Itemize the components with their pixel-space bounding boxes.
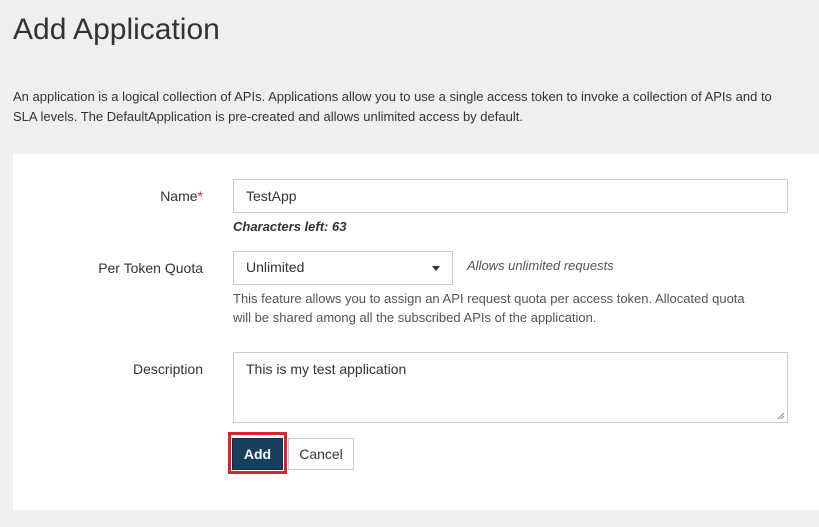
add-application-form: Name* Characters left: 63 Per Token Quot… [13,154,819,510]
quota-select[interactable]: Unlimited [233,251,453,285]
intro-line-2: SLA levels. The DefaultApplication is pr… [13,109,523,124]
name-label-text: Name [160,188,198,204]
description-textarea[interactable]: This is my test application [233,352,788,423]
characters-left: Characters left: 63 [233,219,347,234]
page-description: An application is a logical collection o… [13,87,819,127]
quota-label: Per Token Quota [98,260,203,276]
resize-handle-icon[interactable] [777,412,785,420]
quota-hint: Allows unlimited requests [467,258,614,273]
quota-select-value: Unlimited [246,259,305,275]
quota-help-line-2: will be shared among all the subscribed … [233,310,597,325]
name-label: Name* [160,188,203,204]
cancel-button[interactable]: Cancel [288,438,354,470]
quota-help-text: This feature allows you to assign an API… [233,289,793,327]
add-button[interactable]: Add [232,438,283,470]
quota-help-line-1: This feature allows you to assign an API… [233,291,745,306]
chevron-down-icon [432,266,440,271]
description-label: Description [132,361,203,377]
required-marker: * [197,188,203,204]
description-text: This is my test application [246,361,407,377]
page-title: Add Application [13,13,220,46]
name-input[interactable] [233,179,788,213]
intro-line-1: An application is a logical collection o… [13,89,772,104]
